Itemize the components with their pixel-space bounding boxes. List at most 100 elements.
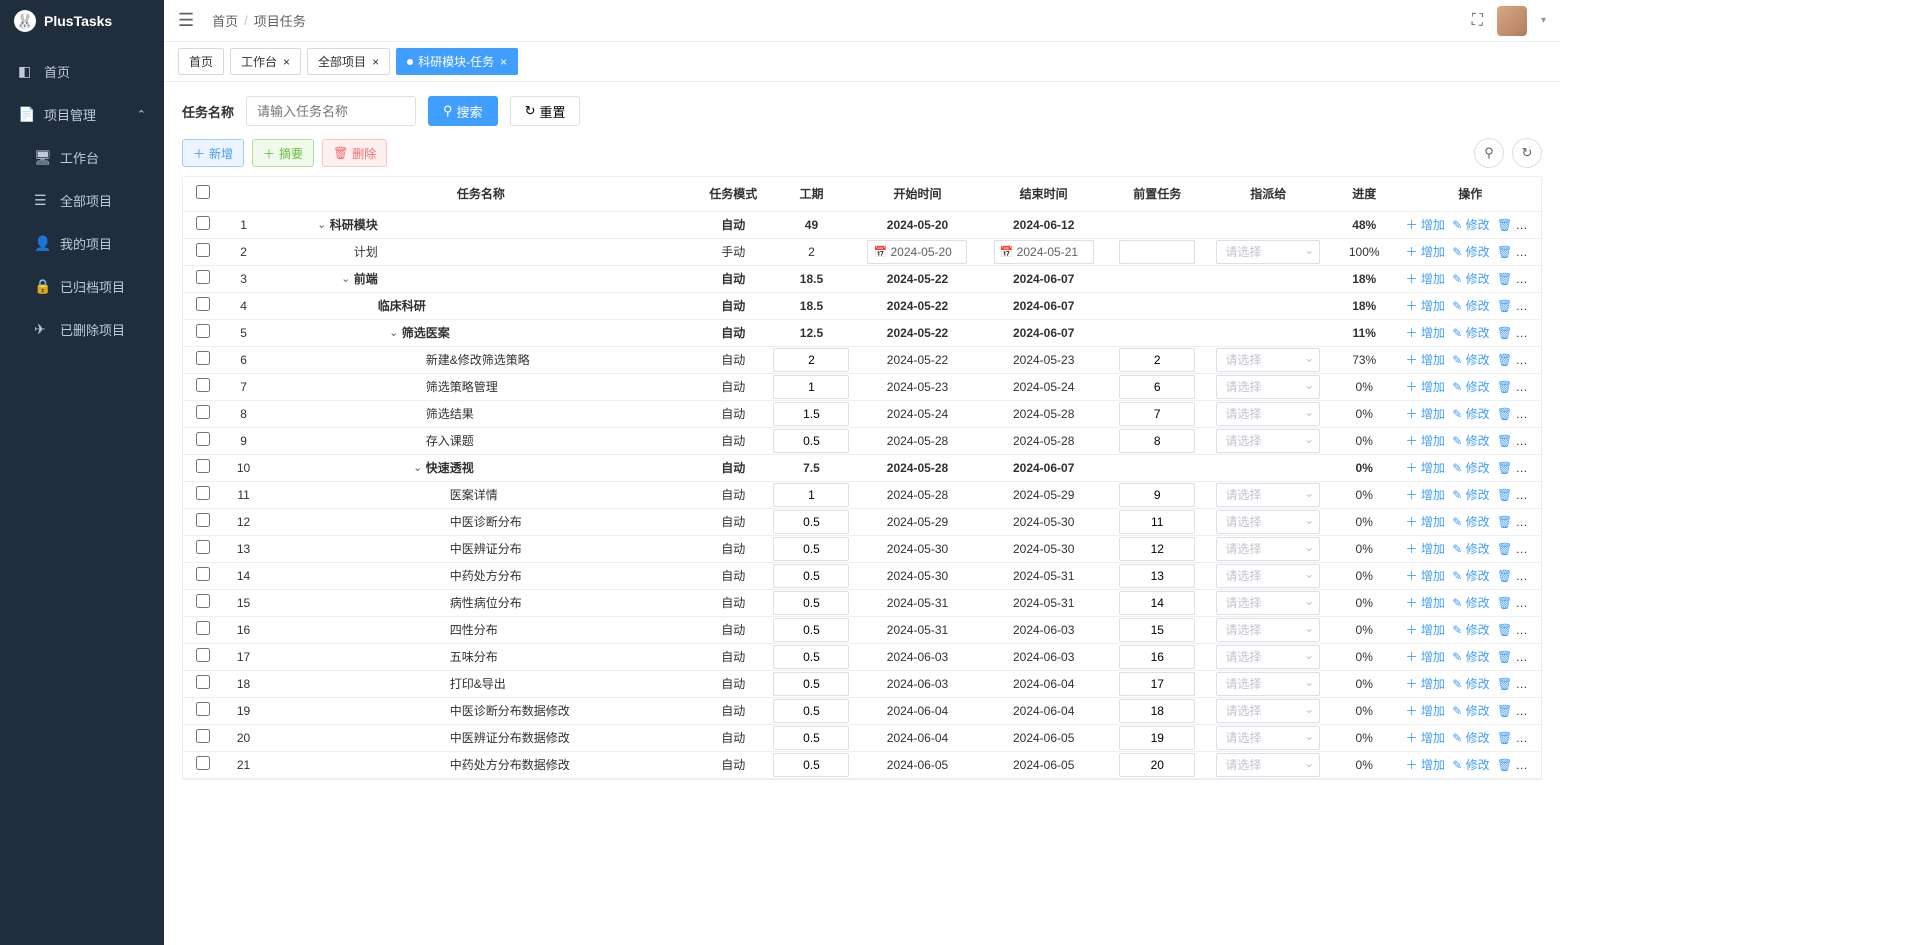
predecessor-input[interactable] [1119,402,1195,426]
assign-select[interactable]: 请选择 [1216,591,1320,615]
row-delete-button[interactable]: 🗑 删除 [1497,380,1540,394]
add-button[interactable]: ＋新增 [182,139,244,167]
row-add-button[interactable]: ＋ 增加 [1406,407,1445,421]
row-checkbox[interactable] [196,621,210,635]
row-add-button[interactable]: ＋ 增加 [1406,461,1445,475]
row-add-button[interactable]: ＋ 增加 [1406,650,1445,664]
row-checkbox[interactable] [196,216,210,230]
assign-select[interactable]: 请选择 [1216,537,1320,561]
row-edit-button[interactable]: ✎ 修改 [1452,650,1489,664]
row-delete-button[interactable]: 🗑 删除 [1497,272,1540,286]
duration-input[interactable] [773,753,849,777]
assign-select[interactable]: 请选择 [1216,726,1320,750]
assign-select[interactable]: 请选择 [1216,645,1320,669]
row-edit-button[interactable]: ✎ 修改 [1452,434,1489,448]
row-edit-button[interactable]: ✎ 修改 [1452,677,1489,691]
row-delete-button[interactable]: 🗑 删除 [1497,326,1540,340]
duration-input[interactable] [773,348,849,372]
assign-select[interactable]: 请选择 [1216,402,1320,426]
row-add-button[interactable]: ＋ 增加 [1406,272,1445,286]
row-add-button[interactable]: ＋ 增加 [1406,299,1445,313]
collapse-icon[interactable]: ☰ [178,10,194,31]
row-add-button[interactable]: ＋ 增加 [1406,704,1445,718]
row-add-button[interactable]: ＋ 增加 [1406,677,1445,691]
assign-select[interactable]: 请选择 [1216,240,1320,264]
assign-select[interactable]: 请选择 [1216,753,1320,777]
row-delete-button[interactable]: 🗑 删除 [1497,758,1540,772]
chevron-down-icon[interactable]: ⌄ [340,272,352,285]
row-checkbox[interactable] [196,378,210,392]
row-checkbox[interactable] [196,729,210,743]
predecessor-input[interactable] [1119,375,1195,399]
search-button[interactable]: ⚲搜索 [428,96,498,126]
row-add-button[interactable]: ＋ 增加 [1406,731,1445,745]
row-add-button[interactable]: ＋ 增加 [1406,353,1445,367]
predecessor-input[interactable] [1119,618,1195,642]
duration-input[interactable] [773,672,849,696]
predecessor-input[interactable] [1119,672,1195,696]
duration-input[interactable] [773,618,849,642]
row-checkbox[interactable] [196,756,210,770]
row-checkbox[interactable] [196,594,210,608]
row-checkbox[interactable] [196,702,210,716]
sidebar-item[interactable]: 👤我的项目 [0,222,164,265]
assign-select[interactable]: 请选择 [1216,510,1320,534]
row-delete-button[interactable]: 🗑 删除 [1497,515,1540,529]
chevron-down-icon[interactable]: ⌄ [316,218,328,231]
row-checkbox[interactable] [196,486,210,500]
row-edit-button[interactable]: ✎ 修改 [1452,488,1489,502]
row-edit-button[interactable]: ✎ 修改 [1452,218,1489,232]
avatar[interactable] [1497,6,1527,36]
assign-select[interactable]: 请选择 [1216,483,1320,507]
predecessor-input[interactable] [1119,348,1195,372]
sidebar-item-pm[interactable]: 📄 项目管理 ⌃ [0,93,164,136]
row-delete-button[interactable]: 🗑 删除 [1497,650,1540,664]
row-delete-button[interactable]: 🗑 删除 [1497,542,1540,556]
row-add-button[interactable]: ＋ 增加 [1406,218,1445,232]
close-icon[interactable]: × [500,55,507,69]
row-delete-button[interactable]: 🗑 删除 [1497,434,1540,448]
row-delete-button[interactable]: 🗑 删除 [1497,218,1540,232]
row-delete-button[interactable]: 🗑 删除 [1497,461,1540,475]
row-checkbox[interactable] [196,540,210,554]
check-all[interactable] [196,185,210,199]
sidebar-item[interactable]: ☰全部项目 [0,179,164,222]
duration-input[interactable] [773,402,849,426]
row-delete-button[interactable]: 🗑 删除 [1497,488,1540,502]
row-edit-button[interactable]: ✎ 修改 [1452,515,1489,529]
predecessor-input[interactable] [1119,429,1195,453]
row-edit-button[interactable]: ✎ 修改 [1452,461,1489,475]
tab[interactable]: 工作台× [230,48,301,75]
refresh-tool-button[interactable]: ↻ [1512,138,1542,168]
task-name-input[interactable] [246,96,416,126]
predecessor-input[interactable] [1119,564,1195,588]
row-edit-button[interactable]: ✎ 修改 [1452,245,1489,259]
duration-input[interactable] [773,591,849,615]
assign-select[interactable]: 请选择 [1216,375,1320,399]
duration-input[interactable] [773,375,849,399]
row-edit-button[interactable]: ✎ 修改 [1452,731,1489,745]
duration-input[interactable] [773,483,849,507]
duration-input[interactable] [773,510,849,534]
row-add-button[interactable]: ＋ 增加 [1406,245,1445,259]
row-edit-button[interactable]: ✎ 修改 [1452,704,1489,718]
row-edit-button[interactable]: ✎ 修改 [1452,272,1489,286]
duration-input[interactable] [773,726,849,750]
duration-input[interactable] [773,699,849,723]
tab[interactable]: 科研模块-任务× [396,48,518,75]
row-delete-button[interactable]: 🗑 删除 [1497,245,1540,259]
tab[interactable]: 全部项目× [307,48,390,75]
row-delete-button[interactable]: 🗑 删除 [1497,596,1540,610]
caret-down-icon[interactable]: ▾ [1541,15,1546,26]
row-delete-button[interactable]: 🗑 删除 [1497,407,1540,421]
assign-select[interactable]: 请选择 [1216,429,1320,453]
row-edit-button[interactable]: ✎ 修改 [1452,353,1489,367]
row-checkbox[interactable] [196,270,210,284]
logo[interactable]: 🐰 PlusTasks [0,0,164,42]
predecessor-input[interactable] [1119,753,1195,777]
row-delete-button[interactable]: 🗑 删除 [1497,299,1540,313]
row-edit-button[interactable]: ✎ 修改 [1452,569,1489,583]
row-edit-button[interactable]: ✎ 修改 [1452,542,1489,556]
predecessor-input[interactable] [1119,645,1195,669]
assign-select[interactable]: 请选择 [1216,348,1320,372]
